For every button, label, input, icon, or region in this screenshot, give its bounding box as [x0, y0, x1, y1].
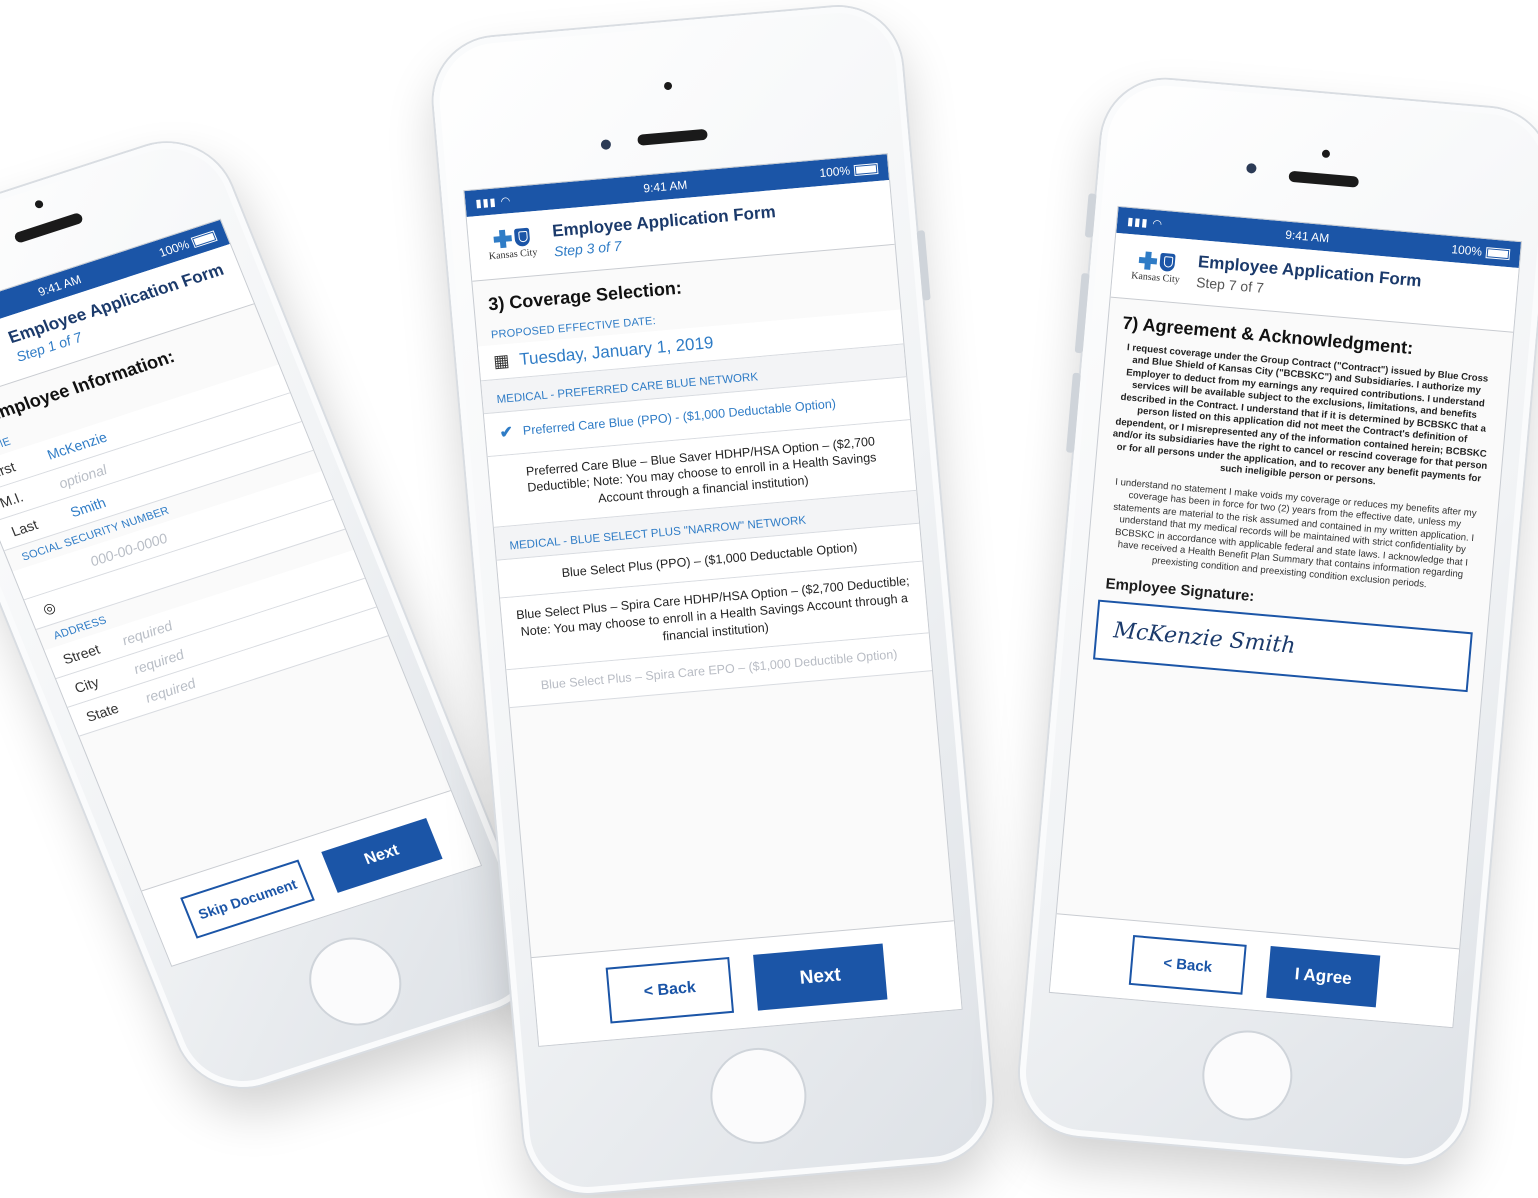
home-button[interactable] [295, 925, 416, 1038]
signal-icon: ▮▮▮ ◠ [1126, 215, 1164, 231]
front-camera [663, 81, 673, 91]
phone-left-screen: ▮▮▮ ◠ 9:41 AM 100% Kansas City Employee … [0, 218, 483, 967]
form-footer: < Back I Agree [1049, 913, 1460, 1028]
eye-icon[interactable]: ◎ [40, 599, 58, 619]
agree-button[interactable]: I Agree [1266, 945, 1381, 1008]
back-button[interactable]: < Back [1128, 934, 1247, 995]
signal-icon: ▮▮▮ ◠ [475, 194, 512, 210]
earpiece-speaker [13, 211, 85, 244]
calendar-icon: ▦ [492, 350, 511, 372]
front-camera [33, 199, 45, 210]
state-input[interactable]: required [143, 675, 198, 706]
form-footer: < Back Next [531, 920, 962, 1046]
earpiece-speaker [637, 128, 708, 146]
bcbs-logo: Kansas City [0, 336, 9, 384]
shield-icon [513, 227, 531, 247]
volume-button [1074, 272, 1090, 354]
home-button[interactable] [1198, 1026, 1297, 1125]
status-time: 9:41 AM [642, 177, 688, 196]
proximity-sensor [600, 139, 612, 151]
side-button [916, 230, 931, 301]
back-button[interactable]: < Back [605, 956, 735, 1024]
battery-indicator: 100% [819, 161, 879, 180]
battery-icon [190, 230, 218, 249]
volume-button [1065, 372, 1081, 453]
bcbs-logo: Kansas City [480, 226, 544, 262]
next-button[interactable]: Next [753, 943, 888, 1011]
phone-center-screen: ▮▮▮ ◠ 9:41 AM 100% Kansas City Employee … [463, 153, 963, 1047]
signature-value: McKenzie Smith [1112, 618, 1297, 660]
cross-icon [1138, 250, 1158, 270]
battery-icon [1485, 247, 1511, 261]
bcbs-logo: Kansas City [1124, 249, 1188, 285]
phone-right: ▮▮▮ ◠ 9:41 AM 100% Kansas City Employee … [1014, 74, 1538, 1170]
status-time: 9:41 AM [1284, 227, 1330, 246]
form-footer: Skip Document Next [141, 790, 481, 966]
battery-indicator: 100% [1451, 242, 1511, 261]
checkmark-icon: ✔ [498, 423, 514, 442]
cross-icon [493, 229, 513, 249]
phone-center: ▮▮▮ ◠ 9:41 AM 100% Kansas City Employee … [428, 1, 998, 1198]
proximity-sensor [1245, 162, 1257, 174]
logo-city: Kansas City [0, 356, 3, 381]
home-button[interactable] [706, 1043, 811, 1148]
volume-button [1084, 193, 1097, 238]
skip-document-button[interactable]: Skip Document [180, 859, 315, 939]
shield-icon [1159, 252, 1176, 272]
phone-right-screen: ▮▮▮ ◠ 9:41 AM 100% Kansas City Employee … [1048, 205, 1523, 1029]
last-name-input[interactable]: Smith [68, 494, 108, 520]
battery-icon [853, 163, 879, 177]
earpiece-speaker [1288, 170, 1360, 188]
next-button[interactable]: Next [321, 817, 443, 893]
front-camera [1321, 149, 1331, 159]
